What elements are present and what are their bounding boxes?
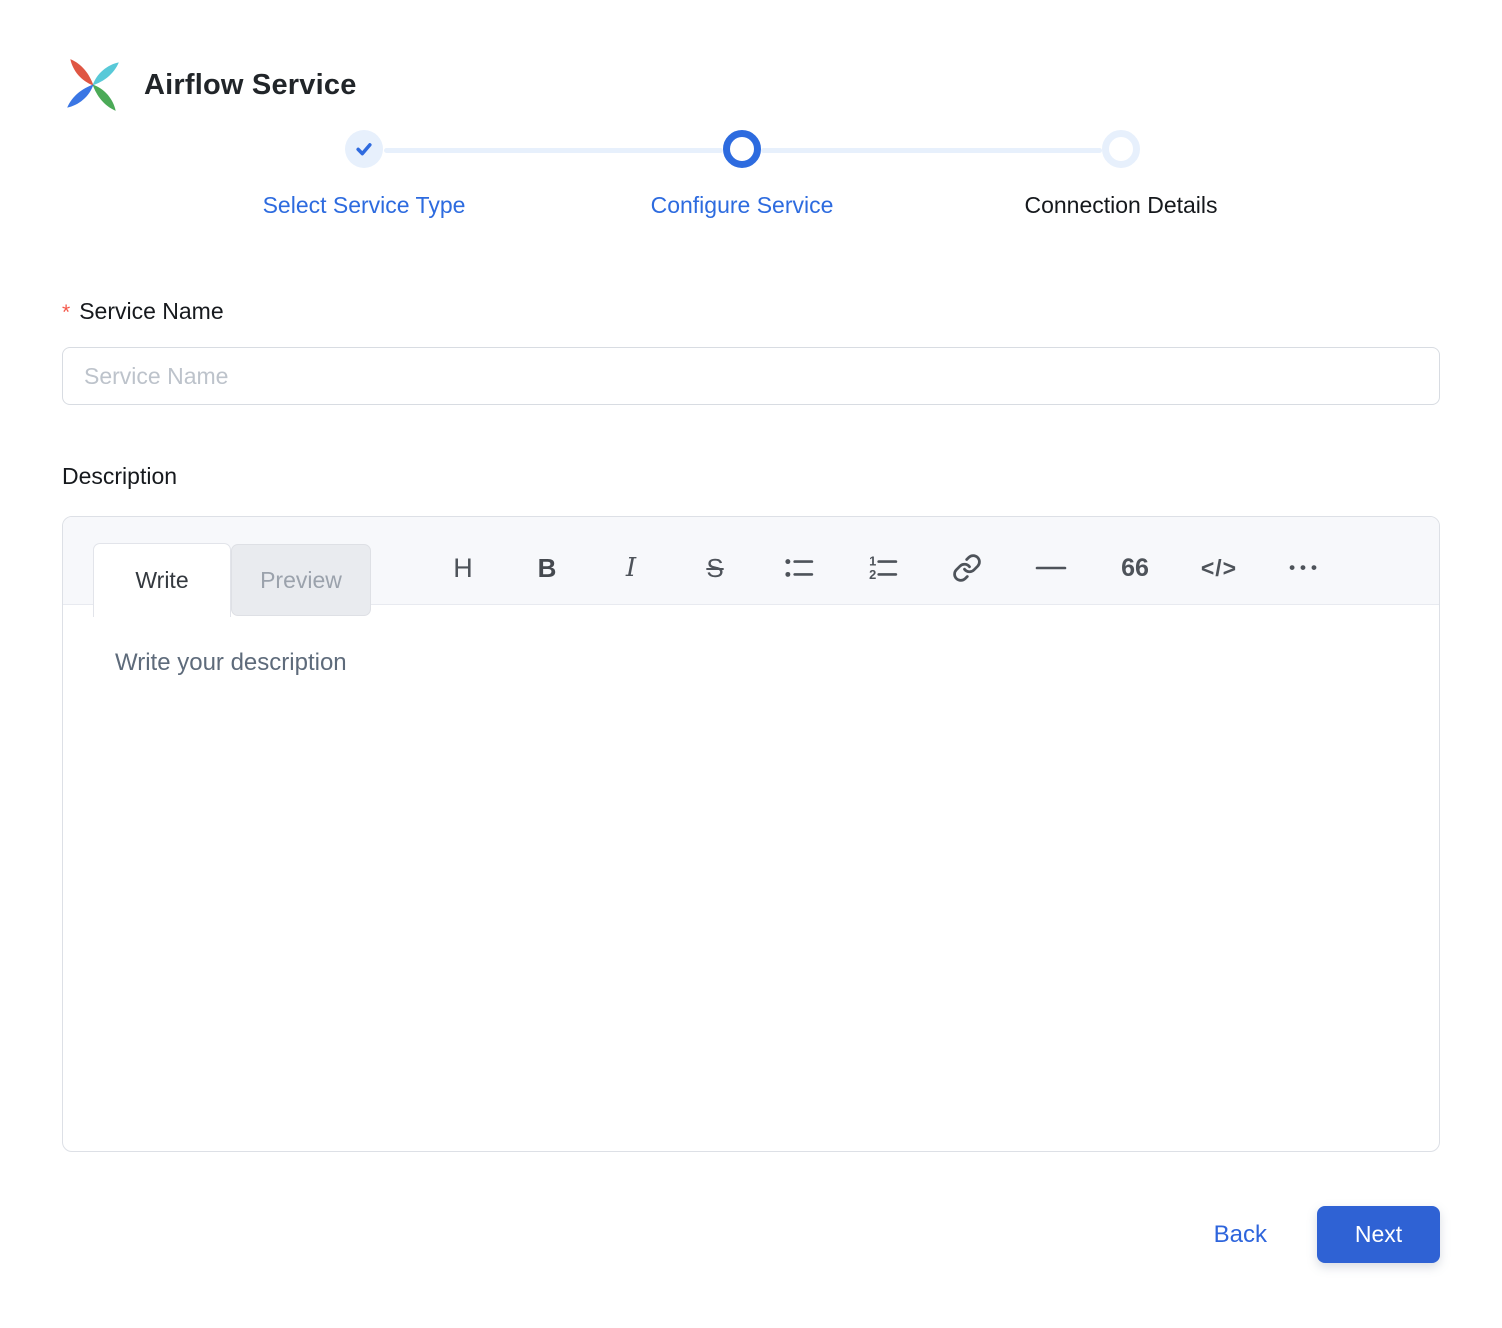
step-circle-pending bbox=[1102, 130, 1140, 168]
step-label: Configure Service bbox=[650, 192, 834, 218]
ordered-list-icon[interactable]: 1 2 bbox=[863, 546, 903, 590]
step-label: Connection Details bbox=[1024, 192, 1218, 218]
svg-text:1: 1 bbox=[869, 554, 876, 568]
bold-icon[interactable]: B bbox=[527, 546, 567, 590]
page-title: Airflow Service bbox=[144, 68, 357, 101]
code-icon[interactable]: </> bbox=[1199, 546, 1239, 590]
italic-icon[interactable]: I bbox=[611, 546, 651, 590]
strikethrough-icon[interactable]: S bbox=[695, 546, 735, 590]
more-options-icon[interactable]: ••• bbox=[1283, 546, 1323, 590]
airflow-logo-icon bbox=[67, 59, 119, 111]
service-name-input[interactable] bbox=[62, 347, 1440, 405]
stepper-connector-1 bbox=[384, 148, 723, 153]
editor-body bbox=[63, 605, 1439, 1152]
description-label: Description bbox=[62, 463, 178, 489]
description-editor: Write Preview H B I S 1 2 66 </> ••• Wri… bbox=[62, 516, 1440, 1152]
step-label: Select Service Type bbox=[262, 192, 466, 218]
tab-preview[interactable]: Preview bbox=[231, 544, 371, 616]
editor-toolbar: H B I S 1 2 66 </> ••• bbox=[443, 531, 1323, 605]
editor-header: Write Preview H B I S 1 2 66 </> ••• bbox=[63, 517, 1439, 617]
heading-icon[interactable]: H bbox=[443, 546, 483, 590]
service-name-label-text: Service Name bbox=[79, 298, 224, 324]
quote-icon[interactable]: 66 bbox=[1115, 546, 1155, 590]
step-circle-completed bbox=[345, 130, 383, 168]
footer-actions: Back Next bbox=[62, 1206, 1440, 1263]
service-name-label: * Service Name bbox=[62, 298, 1440, 325]
description-editor-input[interactable] bbox=[63, 605, 1439, 1152]
unordered-list-icon[interactable] bbox=[779, 546, 819, 590]
stepper-connector-2 bbox=[761, 148, 1102, 153]
step-circle-active bbox=[723, 130, 761, 168]
svg-text:2: 2 bbox=[869, 567, 876, 582]
check-icon bbox=[356, 143, 372, 156]
page-header: Airflow Service bbox=[0, 0, 1502, 114]
horizontal-rule-icon[interactable] bbox=[1031, 546, 1071, 590]
stepper: Select Service Type Configure Service Co… bbox=[0, 128, 1502, 246]
tab-write[interactable]: Write bbox=[93, 543, 231, 617]
back-button[interactable]: Back bbox=[1214, 1221, 1267, 1249]
link-icon[interactable] bbox=[947, 546, 987, 590]
next-button[interactable]: Next bbox=[1317, 1206, 1440, 1263]
required-asterisk: * bbox=[62, 301, 71, 324]
